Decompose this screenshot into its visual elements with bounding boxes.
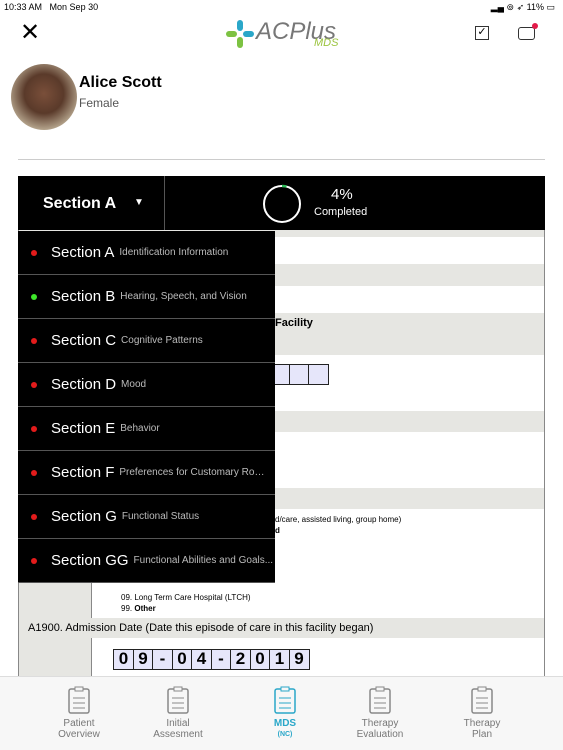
patient-name: Alice Scott — [79, 74, 162, 91]
date-digit-box: 0 — [113, 649, 134, 670]
status-dot — [31, 469, 37, 476]
date-digit-box: 0 — [171, 649, 193, 670]
logo: ACPlus MDS — [226, 18, 341, 50]
section-bar: Section A ▼ 4% Completed — [18, 176, 545, 231]
tab-therapy-evaluation[interactable]: Therapy Evaluation — [335, 686, 425, 740]
status-dot — [31, 337, 37, 344]
section-menu-item[interactable]: Section GG Functional Abilities and Goals… — [18, 539, 275, 583]
avatar — [11, 64, 77, 130]
tab-patient-overview[interactable]: Patient Overview — [34, 686, 124, 740]
section-menu-item[interactable]: Section B Hearing, Speech, and Vision — [18, 275, 275, 319]
date-digit-box: - — [152, 649, 173, 670]
status-dot — [31, 557, 37, 564]
status-dot — [31, 293, 37, 300]
checklist-icon[interactable]: ✓ — [475, 26, 489, 40]
patient-gender: Female — [79, 96, 120, 110]
status-dot — [31, 249, 37, 256]
section-dropdown[interactable]: Section A ▼ — [18, 176, 165, 231]
clipboard-list-icon — [274, 686, 296, 714]
section-menu-item[interactable]: Section C Cognitive Patterns — [18, 319, 275, 363]
clipboard-pen-icon — [167, 686, 189, 714]
status-time: 10:33 AM Mon Sep 30 — [4, 2, 99, 12]
chevron-down-icon: ▼ — [134, 197, 144, 208]
clipboard-check-icon — [369, 686, 391, 714]
status-dot — [31, 381, 37, 388]
date-digit-box: 4 — [191, 649, 212, 670]
a1900-title: A1900. Admission Date (Date this episode… — [28, 622, 374, 634]
section-menu-item[interactable]: Section E Behavior — [18, 407, 275, 451]
date-digit-box: - — [210, 649, 232, 670]
tab-mds-nc[interactable]: MDS (NC) — [240, 686, 330, 740]
progress-label: Completed — [314, 206, 368, 218]
status-dot — [31, 513, 37, 520]
date-digit-box: 9 — [288, 649, 310, 670]
divider — [18, 159, 545, 160]
admission-date-field[interactable]: 09-04-2019 — [113, 649, 310, 670]
close-icon[interactable]: ✕ — [20, 21, 40, 45]
section-menu-item[interactable]: Section G Functional Status — [18, 495, 275, 539]
date-digit-box: 0 — [249, 649, 271, 670]
clipboard-pulse-icon — [68, 686, 90, 714]
status-battery: ▂▄ ⊚ ➶ 11% ▭ — [490, 2, 555, 12]
clipboard-heart-icon — [471, 686, 493, 714]
section-menu-item[interactable]: Section D Mood — [18, 363, 275, 407]
status-dot — [31, 425, 37, 432]
tab-therapy-plan[interactable]: Therapy Plan — [437, 686, 527, 740]
section-menu-item[interactable]: Section F Preferences for Customary Routi… — [18, 451, 275, 495]
date-digit-box: 1 — [269, 649, 290, 670]
messages-icon[interactable] — [518, 23, 538, 40]
tab-initial-assesment[interactable]: Initial Assesment — [133, 686, 223, 740]
section-menu-item[interactable]: Section A Identification Information — [18, 231, 275, 275]
date-digit-box: 2 — [230, 649, 251, 670]
progress-percent: 4% — [331, 186, 353, 203]
date-digit-box: 9 — [132, 649, 154, 670]
section-dropdown-menu: Section A Identification Information Secti… — [18, 231, 275, 583]
progress-ring — [262, 184, 302, 224]
